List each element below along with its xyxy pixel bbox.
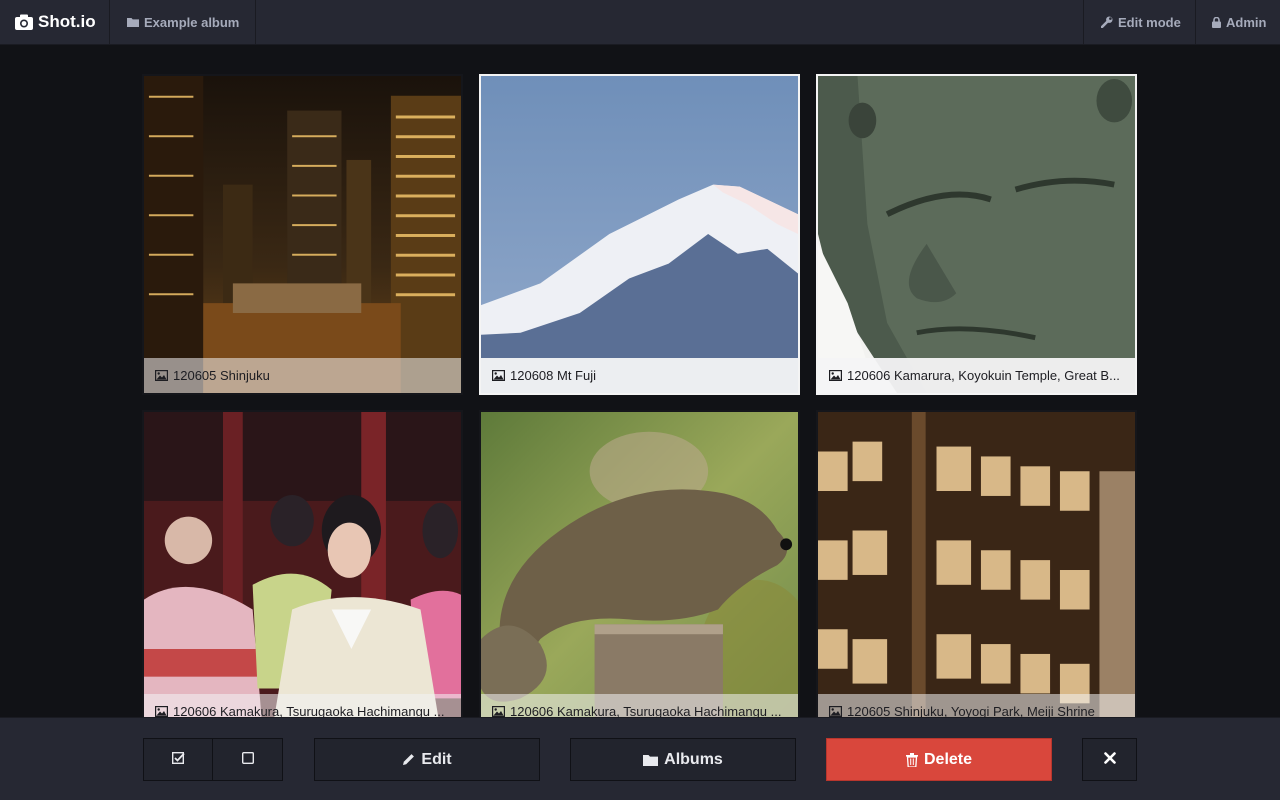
- select-all-button[interactable]: [143, 738, 213, 781]
- trash-icon: [905, 752, 918, 767]
- brand-link[interactable]: Shot.io: [0, 0, 110, 44]
- select-none-button[interactable]: [212, 738, 283, 781]
- photo-thumbnail[interactable]: 120606 Kamakura, Tsurugaoka Hachimangu .…: [142, 410, 463, 731]
- brand-label: Shot.io: [38, 12, 96, 31]
- photo-caption: 120606 Kamarura, Koyokuin Temple, Great …: [818, 358, 1135, 393]
- photo-thumbnail[interactable]: 120606 Kamakura, Tsurugaoka Hachimangu .…: [479, 410, 800, 731]
- albums-button-label: Albums: [664, 750, 723, 768]
- photo-caption: 120608 Mt Fuji: [481, 358, 798, 393]
- camera-icon: [15, 14, 33, 30]
- photo-caption-text: 120605 Shinjuku: [173, 368, 270, 383]
- image-icon: [492, 370, 505, 381]
- image-icon: [829, 706, 842, 717]
- photo-caption: 120605 Shinjuku: [144, 358, 461, 393]
- delete-button[interactable]: Delete: [826, 738, 1052, 781]
- photo-thumbnail[interactable]: 120605 Shinjuku: [142, 74, 463, 395]
- folder-icon: [643, 754, 659, 766]
- image-icon: [492, 706, 505, 717]
- edit-button-label: Edit: [421, 750, 452, 768]
- delete-button-label: Delete: [923, 750, 973, 768]
- edit-mode-label: Edit mode: [1118, 14, 1181, 30]
- image-icon: [155, 370, 168, 381]
- photo-thumbnail[interactable]: 120608 Mt Fuji: [479, 74, 800, 395]
- admin-label: Admin: [1226, 14, 1267, 30]
- photo-thumbnail[interactable]: 120605 Shinjuku, Yoyogi Park, Meiji Shri…: [816, 410, 1137, 731]
- edit-mode-link[interactable]: Edit mode: [1083, 0, 1195, 44]
- checked-box-icon: [171, 751, 185, 769]
- folder-icon: [127, 17, 139, 27]
- photo-image: [144, 76, 461, 393]
- album-link[interactable]: Example album: [110, 0, 256, 44]
- close-icon: [1103, 751, 1116, 769]
- bottom-toolbar: Edit Albums Delete: [0, 717, 1280, 800]
- album-label: Example album: [144, 14, 240, 30]
- admin-link[interactable]: Admin: [1195, 0, 1280, 44]
- albums-button[interactable]: Albums: [570, 738, 796, 781]
- lock-icon: [1212, 16, 1221, 28]
- photo-image: [481, 76, 798, 393]
- image-icon: [829, 370, 842, 381]
- photo-image: [481, 412, 798, 729]
- edit-button[interactable]: Edit: [314, 738, 540, 781]
- close-button[interactable]: [1082, 738, 1137, 781]
- photo-caption-text: 120608 Mt Fuji: [510, 368, 596, 383]
- photo-image: [144, 412, 461, 729]
- photo-image: [818, 76, 1135, 393]
- pencil-icon: [402, 753, 415, 766]
- image-icon: [155, 706, 168, 717]
- photo-caption-text: 120606 Kamarura, Koyokuin Temple, Great …: [847, 368, 1120, 383]
- photo-thumbnail[interactable]: 120606 Kamarura, Koyokuin Temple, Great …: [816, 74, 1137, 395]
- empty-box-icon: [241, 751, 254, 769]
- top-navbar: Shot.io Example album Edit mode Admin: [0, 0, 1280, 45]
- photo-image: [818, 412, 1135, 729]
- wrench-icon: [1101, 16, 1113, 28]
